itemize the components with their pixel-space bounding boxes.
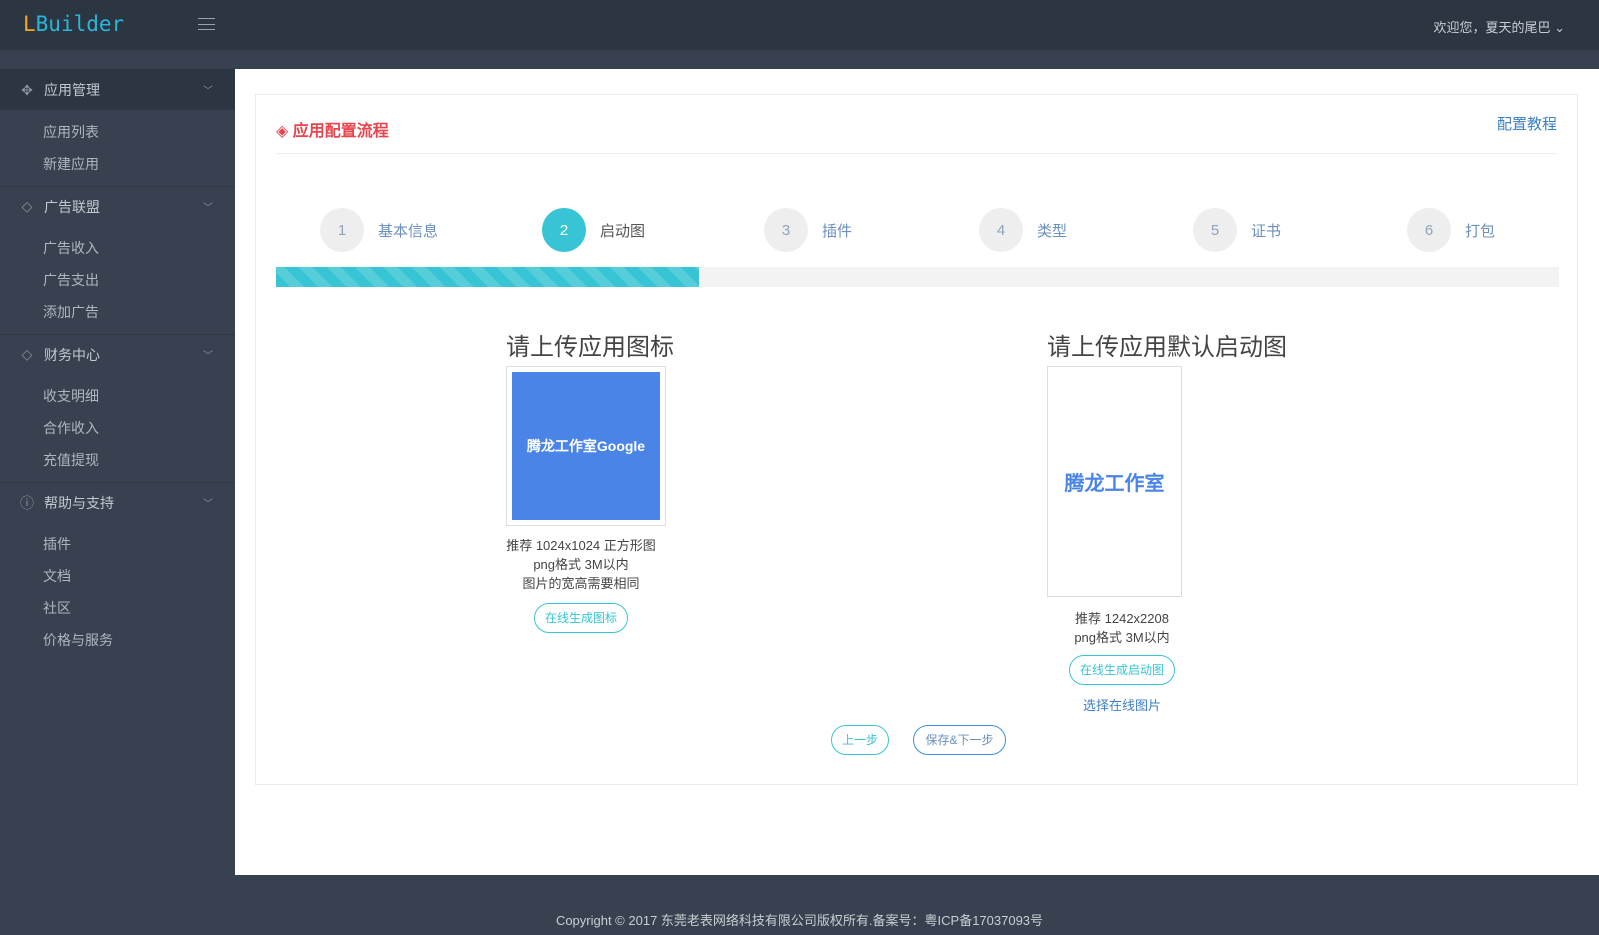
sidebar-item[interactable]: 价格与服务 [43, 624, 235, 656]
sidebar-item[interactable]: 合作收入 [43, 412, 235, 444]
sidebar-group-ad-alliance[interactable]: ◇ 广告联盟 ﹀ [0, 186, 235, 226]
step-4[interactable]: 4 类型 [979, 208, 1067, 252]
chevron-down-icon: ⌄ [1554, 20, 1565, 35]
icon-upload-title: 请上传应用图标 [506, 334, 674, 361]
sidebar-item[interactable]: 社区 [43, 592, 235, 624]
splash-upload-section: 请上传应用默认启动图 腾龙工作室 推荐 1242x2208 png格式 3M以内… [1047, 327, 1307, 715]
splash-upload-title: 请上传应用默认启动图 [1047, 334, 1287, 361]
generate-splash-button[interactable]: 在线生成启动图 [1068, 655, 1175, 685]
sidebar-item[interactable]: 广告支出 [43, 264, 235, 296]
footer: Copyright © 2017 东莞老表网络科技有限公司版权所有.备案号：粤I… [555, 913, 1044, 928]
chevron-down-icon: ﹀ [203, 351, 213, 362]
sidebar-item[interactable]: 收支明细 [43, 380, 235, 412]
icon-upload-box[interactable]: 腾龙工作室Google [506, 366, 666, 526]
puzzle-icon: ✥ [21, 81, 33, 98]
diamond-icon: ◇ [21, 346, 33, 362]
save-next-button[interactable]: 保存&下一步 [913, 725, 1006, 755]
question-icon: ⓘ [20, 494, 34, 511]
tutorial-link[interactable]: 配置教程 [1497, 113, 1557, 134]
sidebar-item[interactable]: 插件 [43, 528, 235, 560]
main-content: ◈ 应用配置流程 配置教程 1 基本信息 2 启动图 3 插件 4 类型 5 证书 6 打包… [235, 69, 1599, 875]
header-strip [0, 50, 1599, 69]
sidebar-group-finance[interactable]: ◇ 财务中心 ﹀ [0, 334, 235, 374]
chevron-down-icon: ﹀ [203, 499, 213, 510]
user-menu[interactable]: 欢迎您，夏天的尾巴 ⌄ [1433, 17, 1565, 36]
sidebar-group-help[interactable]: ⓘ 帮助与支持 ﹀ [0, 482, 235, 522]
layers-icon: ◈ [276, 123, 289, 140]
step-2[interactable]: 2 启动图 [542, 208, 645, 252]
progress-fill [276, 267, 700, 287]
step-3[interactable]: 3 插件 [764, 208, 852, 252]
chevron-down-icon: ﹀ [203, 203, 213, 214]
card-title: ◈ 应用配置流程 [276, 123, 389, 140]
generate-icon-button[interactable]: 在线生成图标 [533, 603, 628, 633]
sidebar: ✥ 应用管理 ﹀ 应用列表 新建应用 ◇ 广告联盟 ﹀ 广告收入 广告支出 添加广告 ◇… [0, 69, 235, 875]
sidebar-item[interactable]: 应用列表 [43, 116, 235, 148]
sidebar-item[interactable]: 添加广告 [43, 296, 235, 328]
chevron-down-icon: ﹀ [203, 86, 213, 97]
sidebar-group-app-management[interactable]: ✥ 应用管理 ﹀ [0, 70, 235, 110]
step-5[interactable]: 5 证书 [1193, 208, 1281, 252]
hamburger-menu-icon[interactable] [198, 18, 215, 30]
sidebar-item[interactable]: 广告收入 [43, 232, 235, 264]
sidebar-item[interactable]: 充值提现 [43, 444, 235, 476]
prev-step-button[interactable]: 上一步 [831, 725, 889, 755]
app-icon-image: 腾龙工作室Google [512, 372, 660, 520]
choose-online-image-link[interactable]: 选择在线图片 [1083, 698, 1161, 713]
icon-upload-section: 请上传应用图标 腾龙工作室Google 推荐 1024x1024 正方形图 pn… [506, 327, 676, 633]
top-bar: LBuilder 欢迎您，夏天的尾巴 ⌄ [0, 0, 1599, 50]
diamond-icon: ◇ [21, 198, 33, 214]
splash-upload-box[interactable]: 腾龙工作室 [1047, 366, 1182, 597]
sidebar-item[interactable]: 文档 [43, 560, 235, 592]
config-card: ◈ 应用配置流程 配置教程 1 基本信息 2 启动图 3 插件 4 类型 5 证书 6 打包… [255, 94, 1578, 785]
step-6[interactable]: 6 打包 [1407, 208, 1495, 252]
logo[interactable]: LBuilder [23, 12, 124, 36]
splash-image: 腾龙工作室 [1064, 473, 1165, 495]
sidebar-item[interactable]: 新建应用 [43, 148, 235, 180]
progress-bar [276, 267, 1559, 287]
step-1[interactable]: 1 基本信息 [320, 208, 438, 252]
